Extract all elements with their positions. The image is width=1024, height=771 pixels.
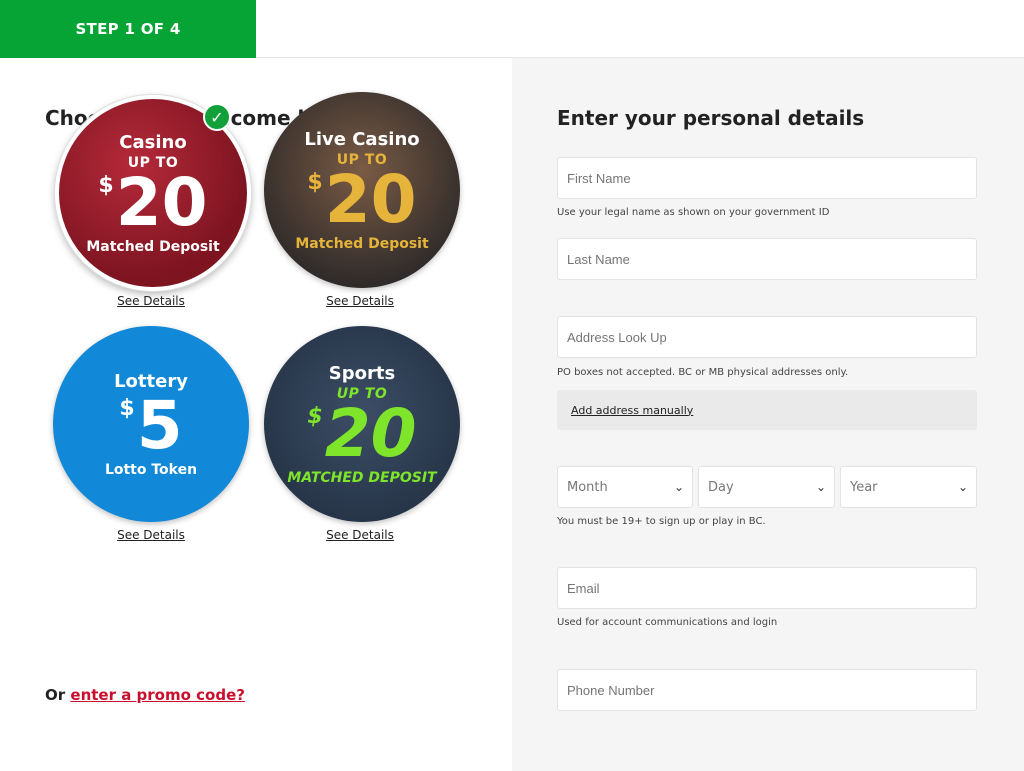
promo-line: Or enter a promo code? <box>45 686 245 704</box>
bonus-currency: $ <box>98 172 114 198</box>
bonus-name: Live Casino <box>304 128 420 150</box>
bonus-amount: $20 <box>98 163 208 241</box>
month-value: Month <box>567 479 608 495</box>
bonus-currency: $ <box>307 403 323 429</box>
email-hint: Used for account communications and logi… <box>557 617 778 628</box>
last-name-field[interactable] <box>557 238 977 280</box>
bonus-amount: $20 <box>307 160 417 238</box>
bonus-sub: MATCHED DEPOSIT <box>287 469 437 486</box>
address-hint: PO boxes not accepted. BC or MB physical… <box>557 367 849 378</box>
bonus-sub: Matched Deposit <box>86 238 220 255</box>
dob-day-select[interactable]: Day ⌄ <box>698 466 835 508</box>
chevron-down-icon: ⌄ <box>673 480 684 494</box>
dob-year-select[interactable]: Year ⌄ <box>840 466 977 508</box>
first-name-field[interactable] <box>557 157 977 199</box>
promo-code-link[interactable]: enter a promo code? <box>70 686 245 704</box>
top-bar: STEP 1 OF 4 <box>0 0 1024 58</box>
dob-month-select[interactable]: Month ⌄ <box>557 466 693 508</box>
day-value: Day <box>708 479 734 495</box>
bonus-live-casino[interactable]: Live Casino UP TO $20 Matched Deposit <box>264 92 460 288</box>
year-value: Year <box>850 479 878 495</box>
details-title: Enter your personal details <box>557 106 865 130</box>
see-details-live-casino[interactable]: See Details <box>262 294 458 308</box>
email-field[interactable] <box>557 567 977 609</box>
bonus-amount: $5 <box>119 386 183 464</box>
add-address-manually-link[interactable]: Add address manually <box>557 390 977 430</box>
address-lookup-field[interactable] <box>557 316 977 358</box>
bonus-name: Casino <box>119 131 187 153</box>
bonus-currency: $ <box>307 169 323 195</box>
see-details-sports[interactable]: See Details <box>262 528 458 542</box>
bonus-value: 20 <box>324 394 417 472</box>
bonus-value: 20 <box>115 163 208 241</box>
first-name-hint: Use your legal name as shown on your gov… <box>557 207 830 218</box>
see-details-lottery[interactable]: See Details <box>53 528 249 542</box>
see-details-casino[interactable]: See Details <box>53 294 249 308</box>
bonus-lottery[interactable]: Lottery $5 Lotto Token <box>53 326 249 522</box>
bonus-value: 5 <box>136 386 183 464</box>
chevron-down-icon: ⌄ <box>815 480 826 494</box>
bonus-sports[interactable]: Sports UP TO $20 MATCHED DEPOSIT <box>264 326 460 522</box>
bonus-name: Sports <box>328 362 396 384</box>
dob-hint: You must be 19+ to sign up or play in BC… <box>557 516 766 527</box>
bonus-currency: $ <box>119 395 135 421</box>
bonus-amount: $20 <box>307 394 417 472</box>
bonus-value: 20 <box>324 160 417 238</box>
bonus-sub: Lotto Token <box>104 461 198 478</box>
promo-prefix: Or <box>45 686 66 704</box>
bonus-sub: Matched Deposit <box>295 235 429 252</box>
phone-number-field[interactable] <box>557 669 977 711</box>
step-indicator: STEP 1 OF 4 <box>0 0 256 58</box>
personal-details-panel: Enter your personal details Use your leg… <box>512 58 1024 771</box>
chevron-down-icon: ⌄ <box>957 480 968 494</box>
selected-check-icon: ✓ <box>203 103 231 131</box>
